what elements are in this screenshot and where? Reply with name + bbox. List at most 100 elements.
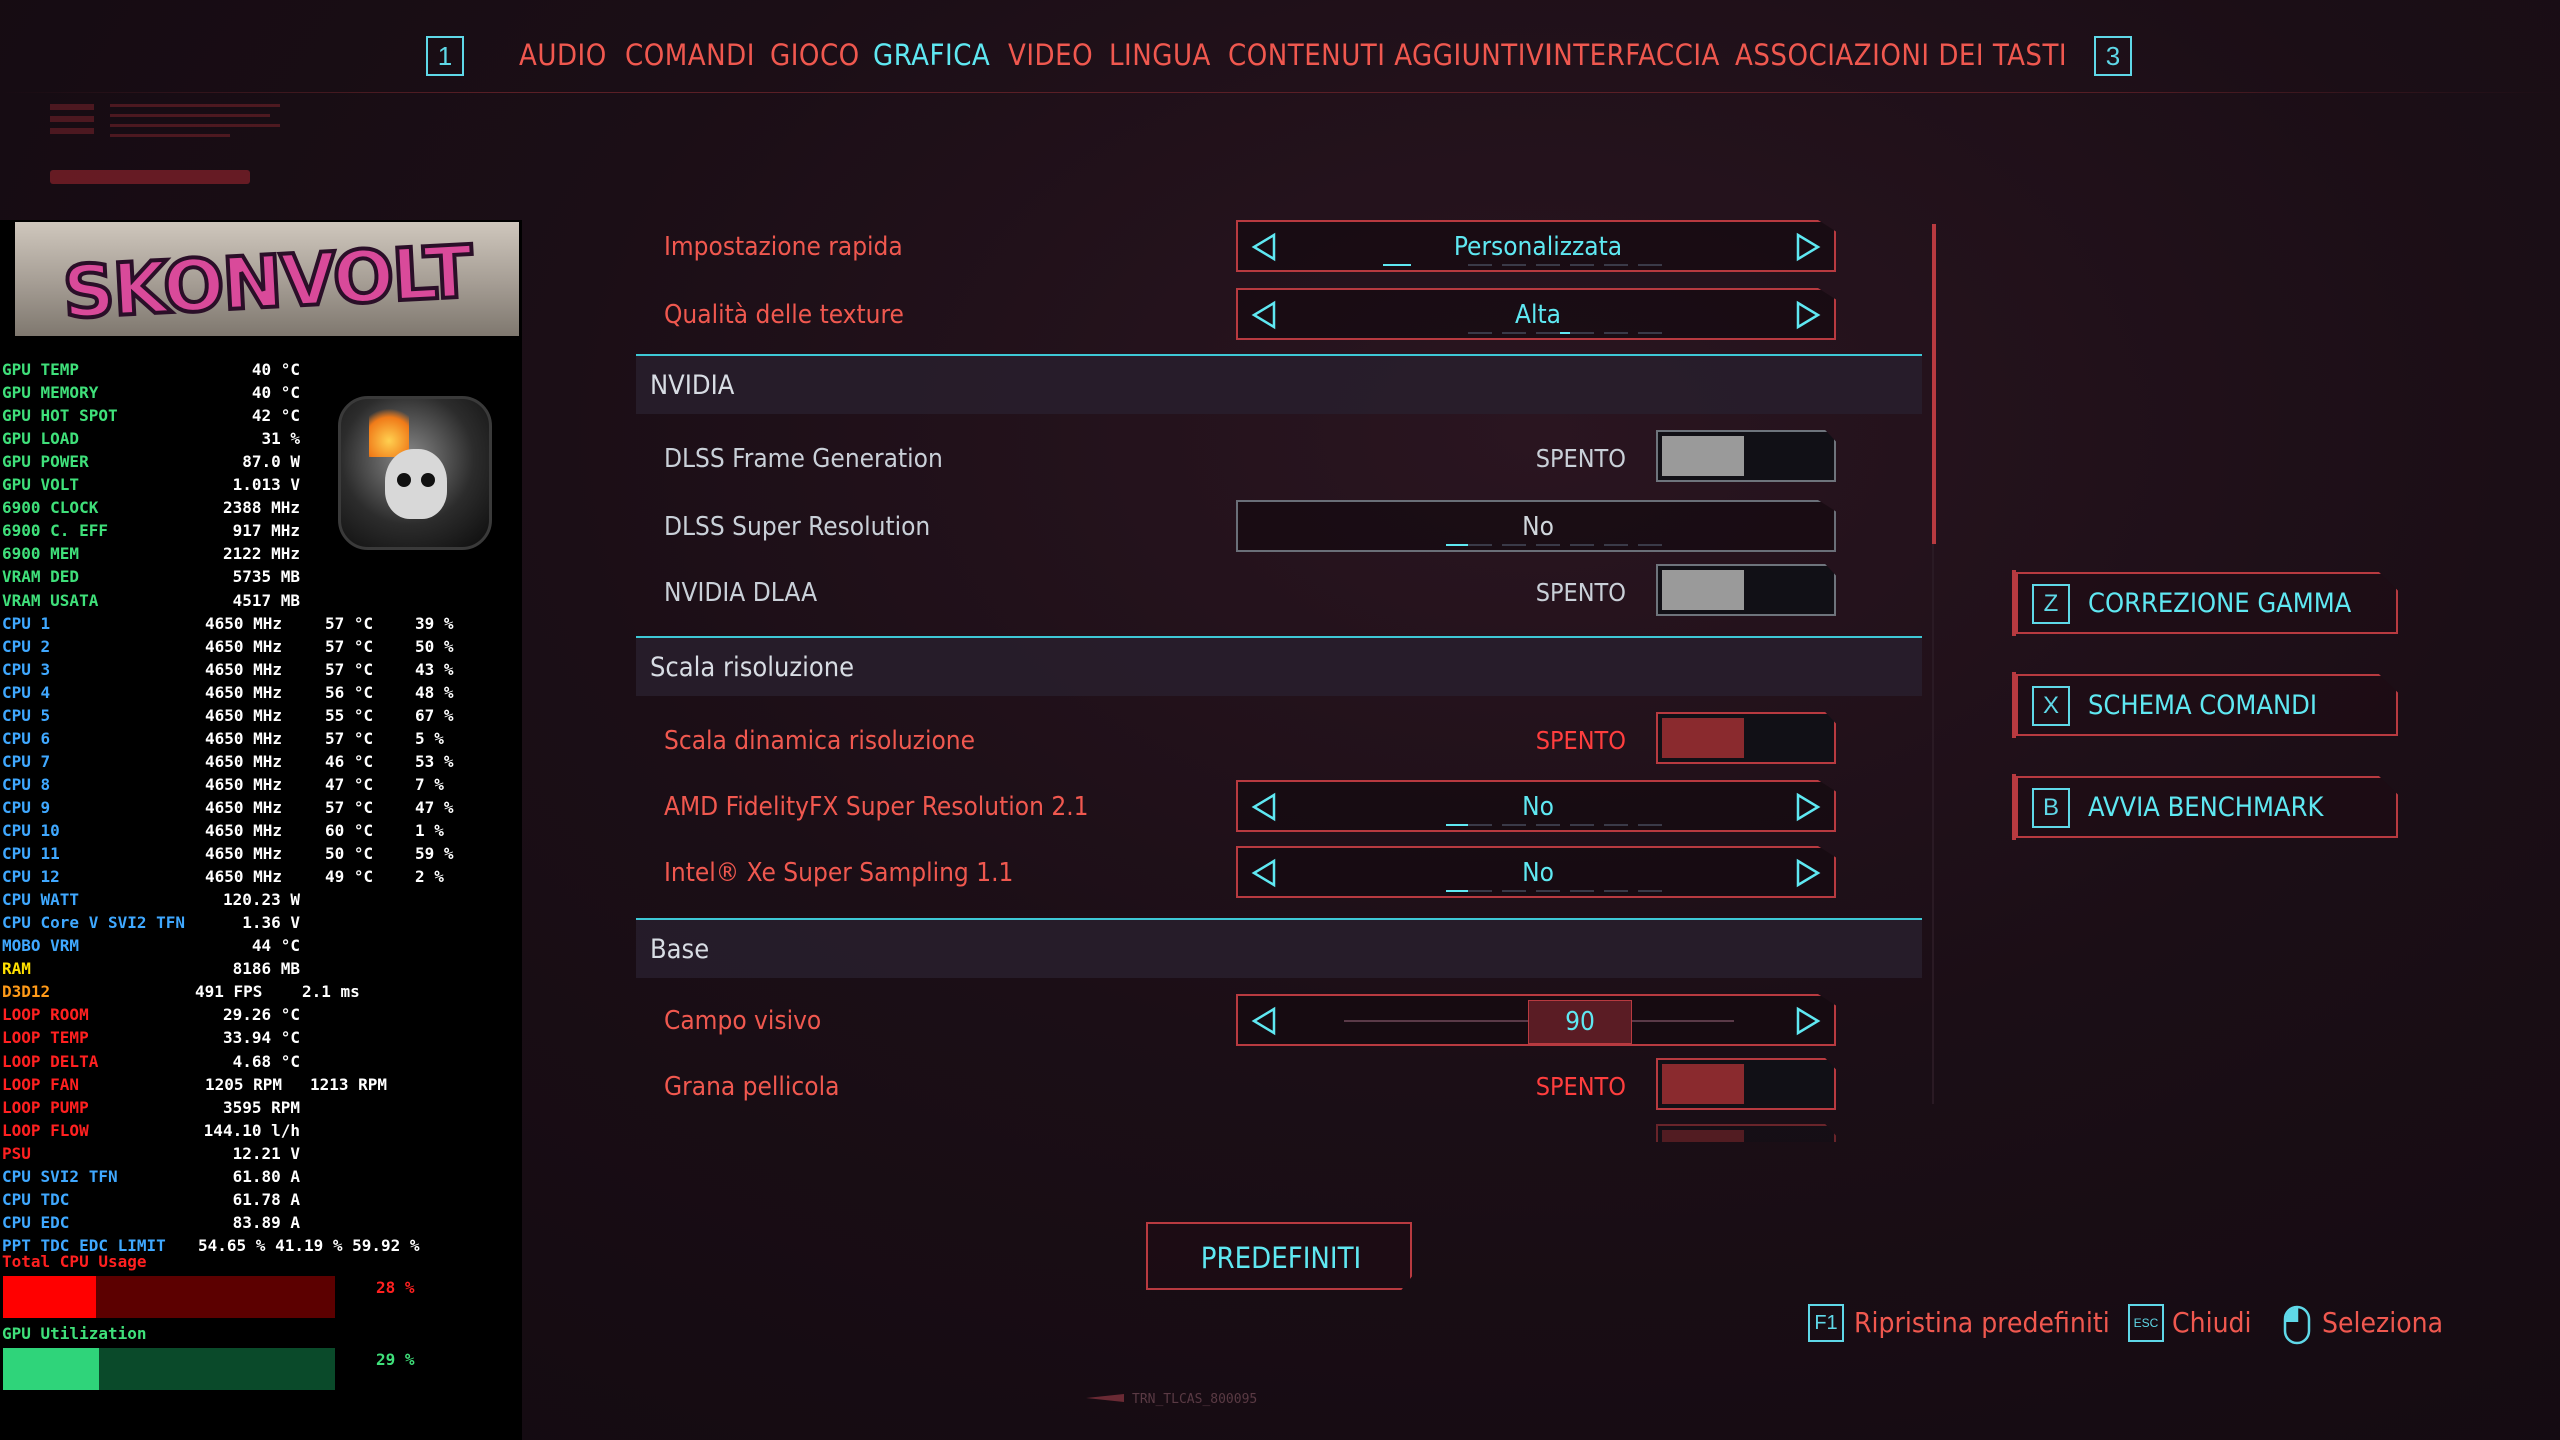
cpu-usage-fill (3, 1276, 96, 1318)
osd-row: GPU MEMORY 40 °C (0, 383, 522, 406)
close-hint[interactable]: ESC Chiudi (2128, 1302, 2278, 1346)
button-label: CORREZIONE GAMMA (2088, 588, 2352, 619)
cpu-usage-title-label: Total CPU Usage (2, 1252, 147, 1271)
osd-row-value: 1205 RPM (205, 1074, 283, 1094)
dynamic-resolution-toggle[interactable] (1656, 712, 1836, 764)
osd-row-label: VRAM DED (2, 567, 80, 587)
osd-row-label: PSU (2, 1143, 31, 1163)
osd-row-value: 1213 RPM (310, 1074, 388, 1094)
osd-row: CPU 11 4650 MHz 50 °C 59 % (0, 844, 522, 867)
scrollbar-thumb[interactable] (1932, 224, 1936, 544)
setting-nvidia-dlaa[interactable]: NVIDIA DLAA SPENTO (636, 562, 1926, 624)
nav-left-key[interactable]: 1 (426, 36, 464, 76)
osd-row: 6900 C. EFF 917 MHz (0, 521, 522, 544)
osd-row: CPU 7 4650 MHz 46 °C 53 % (0, 752, 522, 775)
arrow-left-icon[interactable] (1250, 1006, 1280, 1036)
arrow-right-icon[interactable] (1792, 858, 1822, 888)
quick-preset-selector[interactable]: Personalizzata (1236, 220, 1836, 272)
section-title: Base (650, 934, 710, 965)
gamma-correction-button[interactable]: Z CORREZIONE GAMMA (2016, 572, 2398, 634)
osd-row: CPU 3 4650 MHz 57 °C 43 % (0, 660, 522, 683)
tab-gioco[interactable]: GIOCO (770, 38, 860, 72)
osd-row: D3D12 491 FPS 2.1 ms (0, 982, 522, 1005)
tab-interfaccia[interactable]: INTERFACCIA (1545, 38, 1720, 72)
osd-row-value: 39 % (415, 613, 454, 633)
osd-row: LOOP FLOW 144.10 l/h (0, 1121, 522, 1144)
osd-row-label: LOOP FAN (2, 1074, 80, 1094)
osd-row-label: LOOP FLOW (2, 1120, 89, 1140)
osd-row-value: 4650 MHz (205, 821, 283, 840)
arrow-right-icon[interactable] (1792, 792, 1822, 822)
osd-row-value: 47 °C (325, 774, 374, 794)
osd-row-value: 57 °C (325, 636, 374, 656)
dlss-frame-generation-toggle[interactable] (1656, 430, 1836, 482)
controls-scheme-button[interactable]: X SCHEMA COMANDI (2016, 674, 2398, 736)
osd-row: GPU POWER 87.0 W (0, 452, 522, 475)
footer-tag: TRN_TLCAS_800095 (1132, 1392, 1258, 1407)
osd-row-value: 42 °C (251, 406, 300, 426)
osd-row-value: 2388 MHz (222, 498, 300, 518)
field-of-view-slider[interactable]: 90 (1236, 994, 1836, 1046)
tab-lingua[interactable]: LINGUA (1109, 38, 1211, 72)
setting-label: Campo visivo (664, 1006, 822, 1036)
setting-intel-xess[interactable]: Intel® Xe Super Sampling 1.1 No (636, 842, 1926, 904)
run-benchmark-button[interactable]: B AVVIA BENCHMARK (2016, 776, 2398, 838)
setting-amd-fsr[interactable]: AMD FidelityFX Super Resolution 2.1 No (636, 776, 1926, 838)
film-grain-toggle[interactable] (1656, 1058, 1836, 1110)
osd-row-value: 3595 RPM (222, 1097, 300, 1117)
osd-row-label: CPU 10 (2, 821, 60, 840)
intel-xess-selector[interactable]: No (1236, 846, 1836, 898)
osd-row-value: 4650 MHz (205, 728, 283, 748)
mouse-icon (2283, 1305, 2311, 1345)
osd-row-value: 83.89 A (232, 1212, 300, 1232)
osd-row-value: 33.94 °C (222, 1028, 300, 1048)
osd-row-label: CPU 12 (2, 867, 60, 887)
tab-associazioni-dei-tasti[interactable]: ASSOCIAZIONI DEI TASTI (1735, 38, 2067, 72)
setting-label: Grana pellicola (664, 1072, 840, 1102)
arrow-right-icon[interactable] (1792, 300, 1822, 330)
gpu-util-bar (3, 1348, 335, 1390)
osd-row: VRAM USATA 4517 MB (0, 591, 522, 614)
setting-value: Personalizzata (1453, 232, 1623, 262)
setting-texture-quality[interactable]: Qualità delle texture Alta (636, 284, 1926, 346)
restore-defaults-hint[interactable]: F1 Ripristina predefiniti (1808, 1302, 2110, 1346)
osd-row: GPU HOT SPOT 42 °C (0, 406, 522, 429)
setting-value: No (1522, 858, 1554, 888)
tab-audio[interactable]: AUDIO (519, 38, 607, 72)
osd-row-label: GPU MEMORY (2, 383, 99, 403)
setting-quick-preset[interactable]: Impostazione rapida Personalizzata (636, 216, 1926, 278)
gpu-util-fill (3, 1348, 100, 1390)
setting-label: DLSS Super Resolution (664, 512, 931, 542)
texture-quality-selector[interactable]: Alta (1236, 288, 1836, 340)
dlss-super-resolution-selector[interactable]: No (1236, 500, 1836, 552)
osd-row: CPU 10 4650 MHz 60 °C 1 % (0, 821, 522, 844)
nvidia-dlaa-toggle[interactable] (1656, 564, 1836, 616)
setting-field-of-view[interactable]: Campo visivo 90 (636, 990, 1926, 1052)
setting-dlss-super-resolution[interactable]: DLSS Super Resolution No (636, 496, 1926, 558)
osd-row-label: CPU TDC (2, 1189, 70, 1209)
slider-handle[interactable]: 90 (1528, 1000, 1632, 1044)
amd-fsr-selector[interactable]: No (1236, 780, 1836, 832)
osd-row-value: 31 % (261, 429, 300, 449)
arrow-right-icon[interactable] (1792, 1006, 1822, 1036)
tab-contenuti-aggiuntivi[interactable]: CONTENUTI AGGIUNTIVI (1228, 38, 1552, 72)
osd-row-value: 4517 MB (232, 590, 300, 610)
nav-right-key[interactable]: 3 (2094, 36, 2132, 76)
hardware-monitor-overlay: SKONVOLT GPU TEMP 40 °C GPU MEMORY 40 °C GPU… (0, 220, 522, 1440)
toggle-state: SPENTO (1535, 444, 1626, 473)
osd-row-label: GPU VOLT (2, 475, 80, 495)
osd-row: CPU 6 4650 MHz 57 °C 5 % (0, 729, 522, 752)
tab-grafica[interactable]: GRAFICA (873, 38, 990, 72)
select-hint[interactable]: Seleziona (2282, 1302, 2443, 1346)
esc-key-icon: ESC (2128, 1304, 2164, 1342)
tab-video[interactable]: VIDEO (1008, 38, 1093, 72)
osd-row-value: 47 % (415, 797, 454, 817)
setting-film-grain[interactable]: Grana pellicola SPENTO (636, 1056, 1926, 1118)
osd-row-value: 4650 MHz (205, 705, 283, 725)
setting-dynamic-resolution[interactable]: Scala dinamica risoluzione SPENTO (636, 710, 1926, 772)
arrow-right-icon[interactable] (1792, 232, 1822, 262)
tab-comandi[interactable]: COMANDI (625, 38, 755, 72)
setting-dlss-frame-generation[interactable]: DLSS Frame Generation SPENTO (636, 428, 1926, 490)
defaults-button[interactable]: PREDEFINITI (1146, 1222, 1412, 1290)
button-accent-line (2012, 672, 2016, 738)
